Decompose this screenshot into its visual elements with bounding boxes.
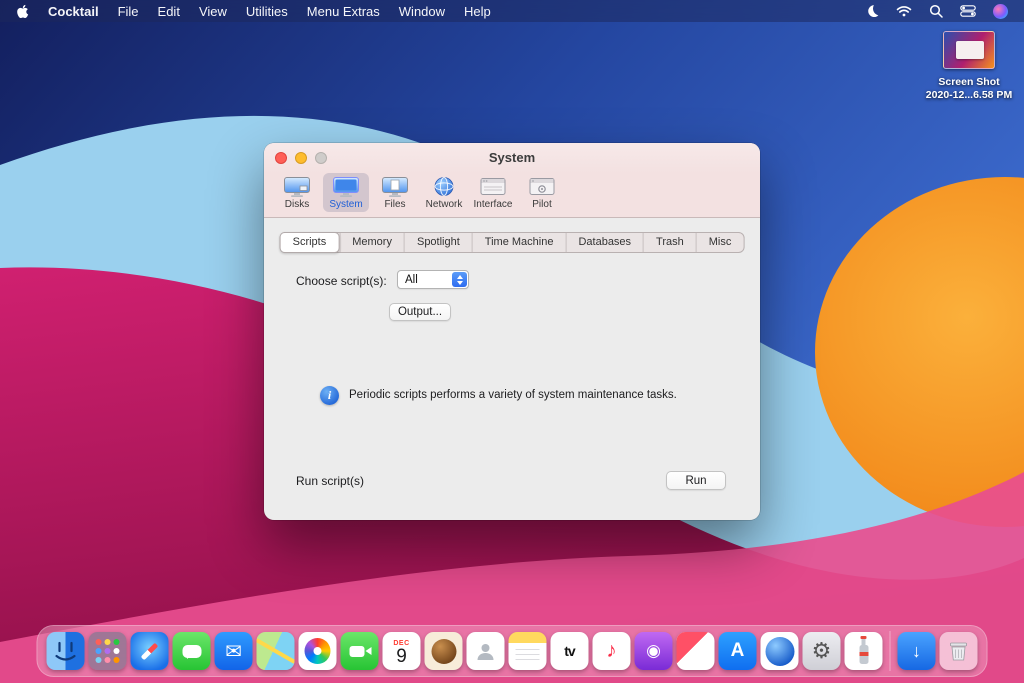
tab-spotlight[interactable]: Spotlight bbox=[404, 233, 472, 252]
screenshot-filename: Screen Shot 2020-12...6.58 PM bbox=[914, 76, 1024, 102]
dock-mail-icon[interactable]: ✉ bbox=[215, 632, 253, 670]
video-camera-icon bbox=[350, 646, 365, 657]
toolbar-item-disks[interactable]: Disks bbox=[274, 173, 320, 212]
run-scripts-label: Run script(s) bbox=[296, 474, 364, 488]
dock-round-brown-app-icon[interactable] bbox=[425, 632, 463, 670]
menu-menu-extras[interactable]: Menu Extras bbox=[307, 4, 380, 19]
menu-view[interactable]: View bbox=[199, 4, 227, 19]
toolbar-item-system[interactable]: System bbox=[323, 173, 369, 212]
toolbar-item-files[interactable]: Files bbox=[372, 173, 418, 212]
download-arrow-icon: ↓ bbox=[912, 641, 921, 662]
tab-scripts[interactable]: Scripts bbox=[280, 232, 340, 253]
dock-maps-icon[interactable] bbox=[257, 632, 295, 670]
scripts-dropdown-value: All bbox=[405, 274, 418, 286]
dock-contacts-icon[interactable] bbox=[467, 632, 505, 670]
tab-trash[interactable]: Trash bbox=[643, 233, 696, 252]
app-store-a-icon: A bbox=[731, 640, 745, 662]
window-toolbar: Disks System Files Network Interface Pil… bbox=[264, 173, 760, 218]
network-globe-icon bbox=[430, 176, 458, 198]
window-title: System bbox=[264, 143, 760, 173]
calendar-day: 9 bbox=[396, 647, 407, 666]
desktop-screenshot-file[interactable]: Screen Shot 2020-12...6.58 PM bbox=[914, 31, 1024, 102]
do-not-disturb-icon[interactable] bbox=[865, 4, 879, 18]
toolbar-item-network[interactable]: Network bbox=[421, 173, 467, 212]
dock-app-store-icon[interactable]: A bbox=[719, 632, 757, 670]
music-note-icon: ♪ bbox=[606, 639, 617, 663]
menu-bar: Cocktail File Edit View Utilities Menu E… bbox=[0, 0, 1024, 22]
siri-icon[interactable] bbox=[993, 4, 1008, 19]
dock-safari-icon[interactable] bbox=[131, 632, 169, 670]
envelope-icon: ✉ bbox=[225, 639, 242, 664]
tab-time-machine[interactable]: Time Machine bbox=[472, 233, 566, 252]
scripts-dropdown[interactable]: All bbox=[397, 270, 469, 289]
tab-memory[interactable]: Memory bbox=[339, 233, 404, 252]
dock-podcasts-icon[interactable]: ◉ bbox=[635, 632, 673, 670]
spotlight-search-icon[interactable] bbox=[929, 4, 943, 18]
system-icon bbox=[332, 176, 360, 198]
dock-trash-icon[interactable] bbox=[940, 632, 978, 670]
files-icon bbox=[381, 176, 409, 198]
apple-menu-icon[interactable] bbox=[16, 4, 29, 19]
message-bubble-icon bbox=[182, 645, 201, 658]
menu-window[interactable]: Window bbox=[399, 4, 445, 19]
menu-edit[interactable]: Edit bbox=[158, 4, 180, 19]
menu-file[interactable]: File bbox=[118, 4, 139, 19]
dock-news-icon[interactable] bbox=[677, 632, 715, 670]
menu-utilities[interactable]: Utilities bbox=[246, 4, 288, 19]
zoom-button[interactable] bbox=[315, 152, 327, 164]
choose-scripts-label: Choose script(s): bbox=[296, 274, 387, 288]
dock-tv-icon[interactable]: tv bbox=[551, 632, 589, 670]
dock-notes-icon[interactable] bbox=[509, 632, 547, 670]
cocktail-window: System Disks System Files Network Interf… bbox=[264, 143, 760, 520]
dock-cocktail-icon[interactable] bbox=[761, 632, 799, 670]
info-icon: i bbox=[320, 386, 339, 405]
interface-icon bbox=[479, 176, 507, 198]
tab-databases[interactable]: Databases bbox=[565, 233, 643, 252]
close-button[interactable] bbox=[275, 152, 287, 164]
dock-messages-icon[interactable] bbox=[173, 632, 211, 670]
minimize-button[interactable] bbox=[295, 152, 307, 164]
tab-bar: Scripts Memory Spotlight Time Machine Da… bbox=[280, 232, 745, 253]
dock-finder-icon[interactable] bbox=[47, 632, 85, 670]
info-text: Periodic scripts performs a variety of s… bbox=[349, 389, 677, 401]
menu-app-name[interactable]: Cocktail bbox=[48, 4, 99, 19]
tv-logo: tv bbox=[564, 643, 574, 659]
dock-facetime-icon[interactable] bbox=[341, 632, 379, 670]
dock-calendar-icon[interactable]: DEC 9 bbox=[383, 632, 421, 670]
disks-icon bbox=[283, 176, 311, 198]
toolbar-item-pilot[interactable]: Pilot bbox=[519, 173, 565, 212]
gear-icon: ⚙ bbox=[812, 638, 832, 664]
pilot-icon bbox=[528, 176, 556, 198]
dropdown-stepper-icon[interactable] bbox=[452, 272, 467, 287]
window-titlebar[interactable]: System bbox=[264, 143, 760, 173]
run-button[interactable]: Run bbox=[666, 471, 726, 490]
podcasts-icon: ◉ bbox=[646, 641, 661, 661]
photos-pinwheel-icon bbox=[305, 638, 331, 664]
dock-separator bbox=[890, 631, 891, 671]
wifi-icon[interactable] bbox=[896, 5, 912, 17]
dock-downloads-icon[interactable]: ↓ bbox=[898, 632, 936, 670]
desktop: Cocktail File Edit View Utilities Menu E… bbox=[0, 0, 1024, 683]
screenshot-thumbnail[interactable] bbox=[943, 31, 995, 69]
toolbar-item-interface[interactable]: Interface bbox=[470, 173, 516, 212]
dock-system-preferences-icon[interactable]: ⚙ bbox=[803, 632, 841, 670]
output-button[interactable]: Output... bbox=[389, 303, 451, 321]
dock-bottle-utility-icon[interactable] bbox=[845, 632, 883, 670]
tab-misc[interactable]: Misc bbox=[696, 233, 744, 252]
dock-music-icon[interactable]: ♪ bbox=[593, 632, 631, 670]
dock: ✉ DEC 9 tv ♪ ◉ A ⚙ ↓ bbox=[37, 625, 988, 677]
bottle-icon bbox=[859, 645, 868, 664]
blue-sphere-icon bbox=[765, 637, 794, 666]
dock-launchpad-icon[interactable] bbox=[89, 632, 127, 670]
menu-help[interactable]: Help bbox=[464, 4, 491, 19]
dock-photos-icon[interactable] bbox=[299, 632, 337, 670]
control-center-icon[interactable] bbox=[960, 5, 976, 17]
